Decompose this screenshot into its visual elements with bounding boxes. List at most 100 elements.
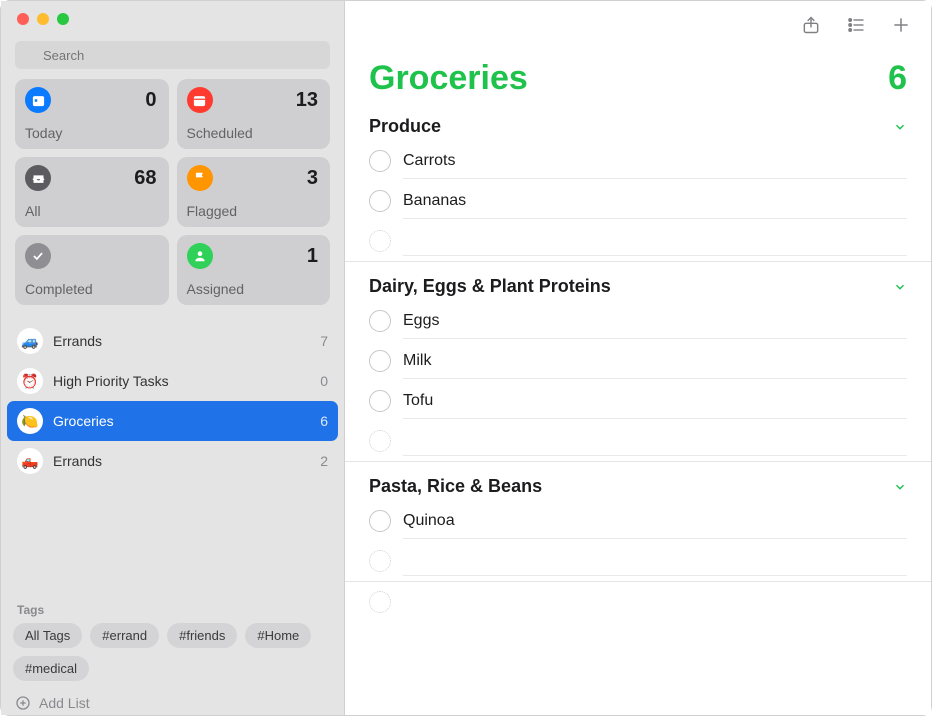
plus-circle-icon [15,695,31,711]
sidebar: 0 Today 13 Scheduled 68 All 3 Flagged Completed 1… [1,1,345,715]
smart-list-all[interactable]: 68 All [15,157,169,227]
reminder-row[interactable]: Eggs [361,301,931,341]
checkbox[interactable] [369,190,391,212]
new-reminder-button[interactable] [891,15,911,35]
tag-pill[interactable]: #friends [167,623,237,648]
tags-list: All Tags #errand #friends #Home #medical [1,623,344,691]
reminder-row[interactable]: Tofu [361,381,931,421]
checkbox[interactable] [369,510,391,532]
reminder-text[interactable]: Milk [403,344,907,379]
reminder-text-empty[interactable] [403,226,907,256]
reminder-text[interactable]: Bananas [403,184,907,219]
list-item-count: 7 [320,333,328,349]
add-list-button[interactable]: Add List [1,691,344,715]
smart-list-today[interactable]: 0 Today [15,79,169,149]
checkbox[interactable] [369,150,391,172]
toolbar [345,1,931,49]
reminder-row[interactable]: Carrots [361,141,931,181]
tag-pill[interactable]: All Tags [13,623,82,648]
list-item-label: Errands [53,453,310,469]
chevron-down-icon[interactable] [893,280,907,294]
reminder-text-empty[interactable] [403,587,907,617]
section-title: Pasta, Rice & Beans [369,476,542,497]
section: Dairy, Eggs & Plant Proteins Eggs Milk Tofu [345,262,931,462]
close-window-button[interactable] [17,13,29,25]
checkbox-placeholder [369,230,391,252]
smart-list-label: Today [25,125,157,141]
smart-list-count: 3 [307,167,318,190]
smart-list-label: Scheduled [187,125,319,141]
checkbox[interactable] [369,310,391,332]
list-emoji-icon: 🍋 [17,408,43,434]
chevron-down-icon[interactable] [893,480,907,494]
smart-list-assigned[interactable]: 1 Assigned [177,235,331,305]
minimize-window-button[interactable] [37,13,49,25]
reminder-text-empty[interactable] [403,546,907,576]
tag-pill[interactable]: #medical [13,656,89,681]
smart-list-scheduled[interactable]: 13 Scheduled [177,79,331,149]
tag-pill[interactable]: #Home [245,623,311,648]
zoom-window-button[interactable] [57,13,69,25]
share-button[interactable] [801,14,821,36]
reminder-row[interactable]: Bananas [361,181,931,221]
calendar-icon [187,87,213,113]
tags-header: Tags [1,591,344,623]
person-icon [187,243,213,269]
search-input[interactable] [15,41,330,69]
checkbox[interactable] [369,390,391,412]
checkbox-placeholder [369,591,391,613]
tray-icon [25,165,51,191]
chevron-down-icon[interactable] [893,120,907,134]
smart-list-label: All [25,203,157,219]
calendar-today-icon [25,87,51,113]
view-options-button[interactable] [845,15,867,35]
new-reminder-row[interactable] [361,541,931,581]
list-item-label: High Priority Tasks [53,373,310,389]
reminder-row[interactable]: Quinoa [361,501,931,541]
list-item-label: Groceries [53,413,310,429]
sections-container: ProduceCarrotsBananasDairy, Eggs & Plant… [345,102,931,715]
list-item-label: Errands [53,333,310,349]
list-emoji-icon: 🛻 [17,448,43,474]
user-lists: 🚙Errands7⏰High Priority Tasks0🍋Groceries… [1,317,344,591]
checkbox[interactable] [369,350,391,372]
list-emoji-icon: ⏰ [17,368,43,394]
reminder-text[interactable]: Tofu [403,384,907,419]
list-item-count: 6 [320,413,328,429]
sidebar-list-item[interactable]: ⏰ High Priority Tasks 0 [7,361,338,401]
sidebar-list-item[interactable]: 🛻 Errands 2 [7,441,338,481]
section: ProduceCarrotsBananas [345,102,931,262]
section-title: Dairy, Eggs & Plant Proteins [369,276,611,297]
sidebar-list-item[interactable]: 🚙Errands7 [7,321,338,361]
reminder-text[interactable]: Carrots [403,144,907,179]
list-item-count: 0 [320,373,328,389]
smart-list-label: Assigned [187,281,319,297]
window-controls [1,1,344,37]
smart-list-count: 0 [145,89,156,112]
smart-list-label: Completed [25,281,157,297]
smart-list-completed[interactable]: Completed [15,235,169,305]
new-reminder-row[interactable] [361,221,931,261]
reminder-text[interactable]: Eggs [403,304,907,339]
add-list-label: Add List [39,695,90,711]
smart-list-count: 1 [307,245,318,268]
smart-list-count: 68 [134,167,156,190]
tag-pill[interactable]: #errand [90,623,159,648]
smart-list-label: Flagged [187,203,319,219]
list-title: Groceries [369,59,528,98]
list-item-count: 2 [320,453,328,469]
new-reminder-row[interactable] [361,582,931,622]
section: Pasta, Rice & Beans Quinoa [345,462,931,582]
smart-list-flagged[interactable]: 3 Flagged [177,157,331,227]
main-pane: Groceries 6 ProduceCarrotsBananasDairy, … [345,1,931,715]
sidebar-list-item[interactable]: 🍋 Groceries 6 [7,401,338,441]
reminder-text-empty[interactable] [403,426,907,456]
reminder-text[interactable]: Quinoa [403,504,907,539]
new-reminder-row[interactable] [361,421,931,461]
list-total-count: 6 [888,59,907,98]
checkbox-placeholder [369,550,391,572]
reminder-row[interactable]: Milk [361,341,931,381]
check-icon [25,243,51,269]
checkbox-placeholder [369,430,391,452]
smart-list-count: 13 [296,89,318,112]
